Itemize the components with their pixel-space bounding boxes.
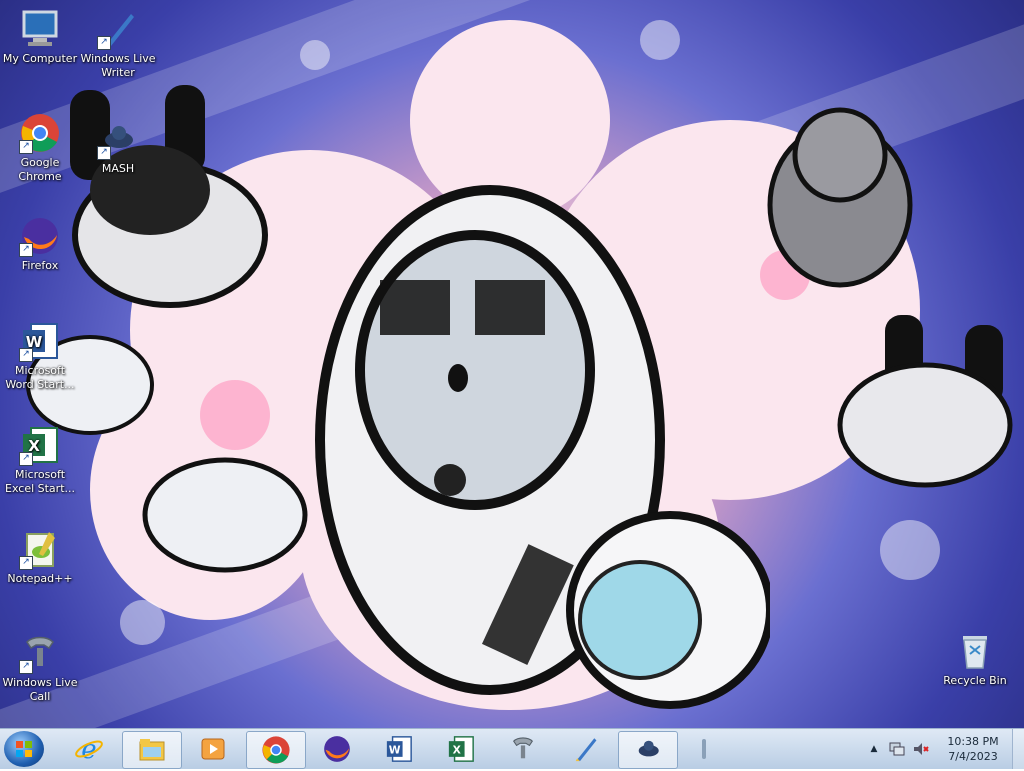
icon-label: Recycle Bin (943, 674, 1007, 687)
desktop-icon-recycle-bin[interactable]: Recycle Bin (935, 630, 1015, 688)
wallpaper-bubble (200, 380, 270, 450)
wallpaper-bubble (300, 40, 330, 70)
writer-icon (575, 738, 597, 762)
computer-icon (19, 8, 61, 50)
taskbar-item-writer[interactable] (556, 731, 614, 767)
phone-icon: ↗ (19, 632, 61, 674)
mash-icon: ↗ (97, 118, 139, 160)
icon-label: Google Chrome (18, 156, 62, 183)
ie-icon: e (75, 735, 103, 764)
windows-logo-icon (16, 741, 32, 757)
excel-icon: X (448, 736, 474, 762)
shortcut-arrow-icon: ↗ (97, 146, 111, 160)
icon-label: MASH (101, 162, 135, 175)
start-button[interactable] (4, 731, 44, 767)
svg-text:X: X (453, 743, 462, 756)
wallpaper-bubble (120, 600, 165, 645)
icon-label: Microsoft Excel Start... (5, 468, 75, 495)
taskbar-item-explorer[interactable] (122, 731, 182, 769)
taskbar-item-chrome[interactable] (246, 731, 306, 769)
clock-date: 7/4/2023 (948, 750, 998, 763)
taskbar-item-ie[interactable]: e (60, 731, 118, 767)
word-icon: W ↗ (19, 320, 61, 362)
explorer-icon (139, 739, 165, 761)
desktop-icon-my-computer[interactable]: My Computer (0, 8, 80, 66)
taskbar-resize-handle[interactable] (702, 739, 706, 759)
shortcut-arrow-icon: ↗ (97, 36, 111, 50)
desktop-icon-google-chrome[interactable]: ↗ Google Chrome (0, 112, 80, 184)
icon-label: Windows Live Call (2, 676, 78, 703)
desktop-wallpaper: My Computer ↗ Windows Live Writer ↗ MASH… (0, 0, 1024, 728)
icon-label: Windows Live Writer (80, 52, 156, 79)
writer-icon: ↗ (97, 8, 139, 50)
phone-icon (513, 737, 533, 759)
wallpaper-bubble (880, 520, 940, 580)
taskbar-item-firefox[interactable] (308, 731, 366, 767)
taskbar-item-media-player[interactable] (184, 731, 242, 767)
svg-text:W: W (389, 743, 401, 756)
desktop-icon-notepadpp[interactable]: ↗ Notepad++ (0, 528, 80, 586)
volume-muted-icon[interactable] (912, 740, 930, 758)
shortcut-arrow-icon: ↗ (19, 348, 33, 362)
taskbar-clock[interactable]: 10:38 PM 7/4/2023 (938, 734, 1008, 764)
shortcut-arrow-icon: ↗ (19, 556, 33, 570)
recycle-bin-icon (954, 630, 996, 672)
icon-label: Firefox (21, 259, 59, 272)
notepadpp-icon: ↗ (19, 528, 61, 570)
show-hidden-icons-chevron-icon[interactable]: ▲ (866, 744, 882, 754)
chrome-icon (262, 736, 290, 764)
gray-bear-mascot (767, 107, 913, 288)
firefox-icon: ↗ (19, 215, 61, 257)
taskbar-item-live-call[interactable] (494, 731, 552, 767)
mash-icon (638, 740, 659, 757)
shortcut-arrow-icon: ↗ (19, 140, 33, 154)
notification-area: ▲ (866, 729, 930, 769)
white-bear-mascot (142, 457, 308, 573)
shortcut-arrow-icon: ↗ (19, 452, 33, 466)
network-icon[interactable] (888, 740, 906, 758)
word-icon: W (386, 736, 412, 762)
taskbar-item-word[interactable]: W (370, 731, 428, 767)
svg-text:e: e (81, 735, 96, 764)
panda-bunny-mascot-right (837, 315, 1013, 488)
shortcut-arrow-icon: ↗ (19, 660, 33, 674)
firefox-icon (324, 736, 350, 762)
desktop-icon-windows-live-writer[interactable]: ↗ Windows Live Writer (78, 8, 158, 80)
astronaut-mascot-illustration (315, 185, 770, 709)
desktop-icon-firefox[interactable]: ↗ Firefox (0, 215, 80, 273)
taskbar-item-excel[interactable]: X (432, 731, 490, 767)
icon-label: Microsoft Word Start... (5, 364, 75, 391)
desktop-icon-windows-live-call[interactable]: ↗ Windows Live Call (0, 632, 80, 704)
excel-icon: X ↗ (19, 424, 61, 466)
wallpaper-bubble (640, 20, 680, 60)
icon-label: My Computer (2, 52, 78, 65)
desktop-icon-microsoft-excel[interactable]: X ↗ Microsoft Excel Start... (0, 424, 80, 496)
shortcut-arrow-icon: ↗ (19, 243, 33, 257)
chrome-icon: ↗ (19, 112, 61, 154)
media-player-icon (201, 738, 225, 760)
desktop-icon-microsoft-word[interactable]: W ↗ Microsoft Word Start... (0, 320, 80, 392)
desktop-icon-mash[interactable]: ↗ MASH (78, 118, 158, 176)
clock-time: 10:38 PM (947, 735, 999, 748)
taskbar: e W X ▲ 10:38 PM 7/4/2023 (0, 728, 1024, 769)
show-desktop-button[interactable] (1012, 729, 1024, 769)
icon-label: Notepad++ (7, 572, 73, 585)
taskbar-item-mash[interactable] (618, 731, 678, 769)
